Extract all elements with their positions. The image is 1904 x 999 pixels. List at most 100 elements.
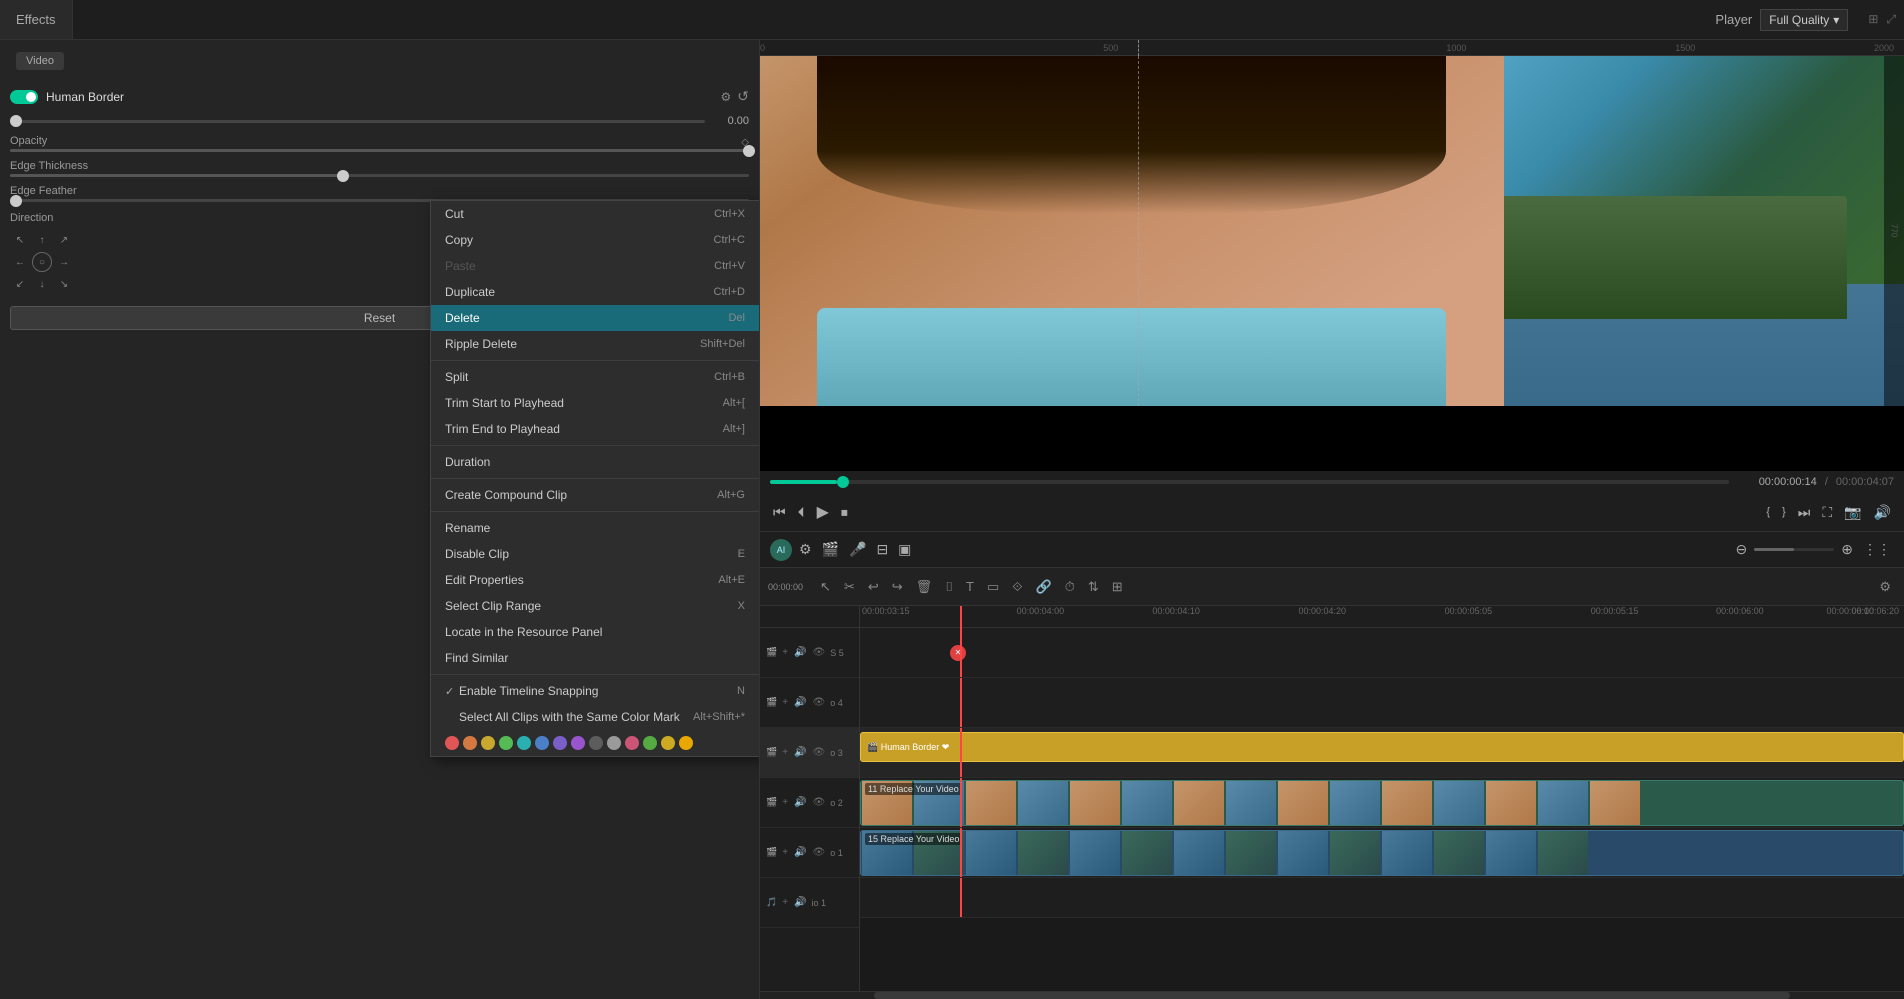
step-back-button[interactable]: ⏴ bbox=[795, 501, 808, 524]
more-button[interactable]: ⋮⋮ bbox=[1860, 538, 1894, 561]
swatch-dark[interactable] bbox=[589, 736, 603, 750]
tl-split-button[interactable]: ⌷ bbox=[940, 576, 958, 598]
v4-eye[interactable]: 👁 bbox=[812, 696, 827, 709]
ctx-ripple-delete[interactable]: Ripple Delete Shift+Del bbox=[431, 331, 759, 357]
settings-icon[interactable]: ⚙ bbox=[721, 90, 732, 104]
forward-button[interactable]: ⏭ bbox=[1795, 501, 1814, 524]
v5-add[interactable]: + bbox=[781, 646, 789, 659]
ctx-cut[interactable]: Cut Ctrl+X bbox=[431, 201, 759, 227]
zoom-track[interactable] bbox=[1754, 548, 1834, 551]
out-point-button[interactable]: } bbox=[1779, 503, 1789, 521]
dir-center[interactable]: ○ bbox=[32, 252, 52, 272]
tl-redo-button[interactable]: ↪ bbox=[887, 576, 908, 598]
dir-right[interactable]: → bbox=[54, 252, 74, 272]
v4-add[interactable]: + bbox=[781, 696, 789, 709]
tl-adjust-button[interactable]: ⇅ bbox=[1083, 576, 1104, 598]
clip-v2[interactable]: 11 Replace Your Video bbox=[860, 780, 1904, 826]
tl-box-button[interactable]: ▭ bbox=[982, 576, 1004, 598]
ctx-copy[interactable]: Copy Ctrl+C bbox=[431, 227, 759, 253]
clip-button[interactable]: 🎬 bbox=[819, 538, 842, 561]
swatch-pink[interactable] bbox=[625, 736, 639, 750]
zoom-in-button[interactable]: ⊕ bbox=[1838, 538, 1856, 561]
ctx-same-color[interactable]: Select All Clips with the Same Color Mar… bbox=[431, 704, 759, 730]
v2-speaker[interactable]: 🔊 bbox=[793, 796, 807, 809]
tl-blade-button[interactable]: ✂ bbox=[839, 576, 860, 598]
ctx-duration[interactable]: Duration bbox=[431, 449, 759, 475]
swatch-indigo[interactable] bbox=[553, 736, 567, 750]
a1-add[interactable]: + bbox=[781, 896, 789, 909]
ctx-duplicate[interactable]: Duplicate Ctrl+D bbox=[431, 279, 759, 305]
swatch-yellow[interactable] bbox=[481, 736, 495, 750]
overlay-button[interactable]: ▣ bbox=[895, 538, 914, 561]
rewind-button[interactable]: ⏮ bbox=[770, 501, 789, 524]
mic-button[interactable]: 🎤 bbox=[846, 538, 869, 561]
quality-select[interactable]: Full Quality ▾ bbox=[1760, 9, 1848, 31]
slider-track-0[interactable] bbox=[10, 120, 705, 123]
ctx-snapping[interactable]: ✓ Enable Timeline Snapping N bbox=[431, 678, 759, 704]
swatch-gray[interactable] bbox=[607, 736, 621, 750]
swatch-teal[interactable] bbox=[517, 736, 531, 750]
swatch-green[interactable] bbox=[499, 736, 513, 750]
tl-magnet-button[interactable]: ⟐ bbox=[1007, 576, 1027, 598]
ctx-edit-props[interactable]: Edit Properties Alt+E bbox=[431, 567, 759, 593]
v4-speaker[interactable]: 🔊 bbox=[793, 696, 807, 709]
timeline-scrollbar[interactable] bbox=[760, 991, 1904, 999]
ai-button[interactable]: AI bbox=[770, 539, 792, 561]
fullscreen-button[interactable]: ⛶ bbox=[1819, 501, 1835, 524]
v5-eye[interactable]: 👁 bbox=[812, 646, 827, 659]
tl-settings-button[interactable]: ⚙ bbox=[1874, 576, 1896, 598]
ctx-rename[interactable]: Rename bbox=[431, 515, 759, 541]
stop-button[interactable]: ⏹ bbox=[838, 501, 851, 524]
ctx-trim-start[interactable]: Trim Start to Playhead Alt+[ bbox=[431, 390, 759, 416]
v3-eye[interactable]: 👁 bbox=[812, 746, 827, 759]
settings2-button[interactable]: ⚙ bbox=[796, 538, 815, 561]
v2-eye[interactable]: 👁 bbox=[812, 796, 827, 809]
dir-topright[interactable]: ↗ bbox=[54, 230, 74, 250]
tl-text-button[interactable]: T bbox=[961, 576, 979, 598]
progress-track[interactable] bbox=[770, 480, 1729, 484]
swatch-blue[interactable] bbox=[535, 736, 549, 750]
tl-delete-button[interactable]: 🗑 bbox=[911, 576, 938, 598]
swatch-red[interactable] bbox=[445, 736, 459, 750]
swatch-amber[interactable] bbox=[661, 736, 675, 750]
dir-bottomleft[interactable]: ↙ bbox=[10, 274, 30, 294]
ctx-trim-end[interactable]: Trim End to Playhead Alt+] bbox=[431, 416, 759, 442]
opacity-slider[interactable] bbox=[10, 149, 749, 152]
effects-tab[interactable]: Effects bbox=[0, 0, 73, 39]
v3-add[interactable]: + bbox=[781, 746, 789, 759]
v1-add[interactable]: + bbox=[781, 846, 789, 859]
grid-icon[interactable]: ⊞ bbox=[1868, 12, 1878, 27]
swatch-lime[interactable] bbox=[643, 736, 657, 750]
v2-add[interactable]: + bbox=[781, 796, 789, 809]
expand-icon[interactable]: ⤢ bbox=[1886, 12, 1896, 27]
v5-speaker[interactable]: 🔊 bbox=[793, 646, 807, 659]
dir-bottom[interactable]: ↓ bbox=[32, 274, 52, 294]
ctx-compound[interactable]: Create Compound Clip Alt+G bbox=[431, 482, 759, 508]
dir-bottomright[interactable]: ↘ bbox=[54, 274, 74, 294]
a1-speaker[interactable]: 🔊 bbox=[793, 896, 807, 909]
tl-add-button[interactable]: ⊞ bbox=[1107, 576, 1128, 598]
v1-speaker[interactable]: 🔊 bbox=[793, 846, 807, 859]
scrollbar-thumb[interactable] bbox=[874, 992, 1789, 999]
clip-v1[interactable]: 15 Replace Your Video bbox=[860, 830, 1904, 876]
dir-left[interactable]: ← bbox=[10, 252, 30, 272]
play-button[interactable]: ▶ bbox=[814, 499, 832, 525]
tl-select-button[interactable]: ↖ bbox=[815, 576, 836, 598]
swatch-orange[interactable] bbox=[463, 736, 477, 750]
refresh-icon[interactable]: ↺ bbox=[737, 88, 749, 105]
ctx-split[interactable]: Split Ctrl+B bbox=[431, 364, 759, 390]
effect-toggle[interactable] bbox=[10, 90, 38, 104]
snapshot-button[interactable]: 📷 bbox=[1841, 501, 1864, 524]
video-tag[interactable]: Video bbox=[16, 52, 64, 70]
tl-undo-button[interactable]: ↩ bbox=[863, 576, 884, 598]
tl-link-button[interactable]: 🔗 bbox=[1031, 576, 1057, 598]
dir-topleft[interactable]: ↖ bbox=[10, 230, 30, 250]
in-point-button[interactable]: { bbox=[1763, 503, 1773, 521]
ctx-disable[interactable]: Disable Clip E bbox=[431, 541, 759, 567]
v1-eye[interactable]: 👁 bbox=[812, 846, 827, 859]
swatch-purple[interactable] bbox=[571, 736, 585, 750]
caption-button[interactable]: ⊟ bbox=[873, 538, 891, 561]
ctx-delete[interactable]: Delete Del bbox=[431, 305, 759, 331]
ctx-locate[interactable]: Locate in the Resource Panel bbox=[431, 619, 759, 645]
v3-speaker[interactable]: 🔊 bbox=[793, 746, 807, 759]
